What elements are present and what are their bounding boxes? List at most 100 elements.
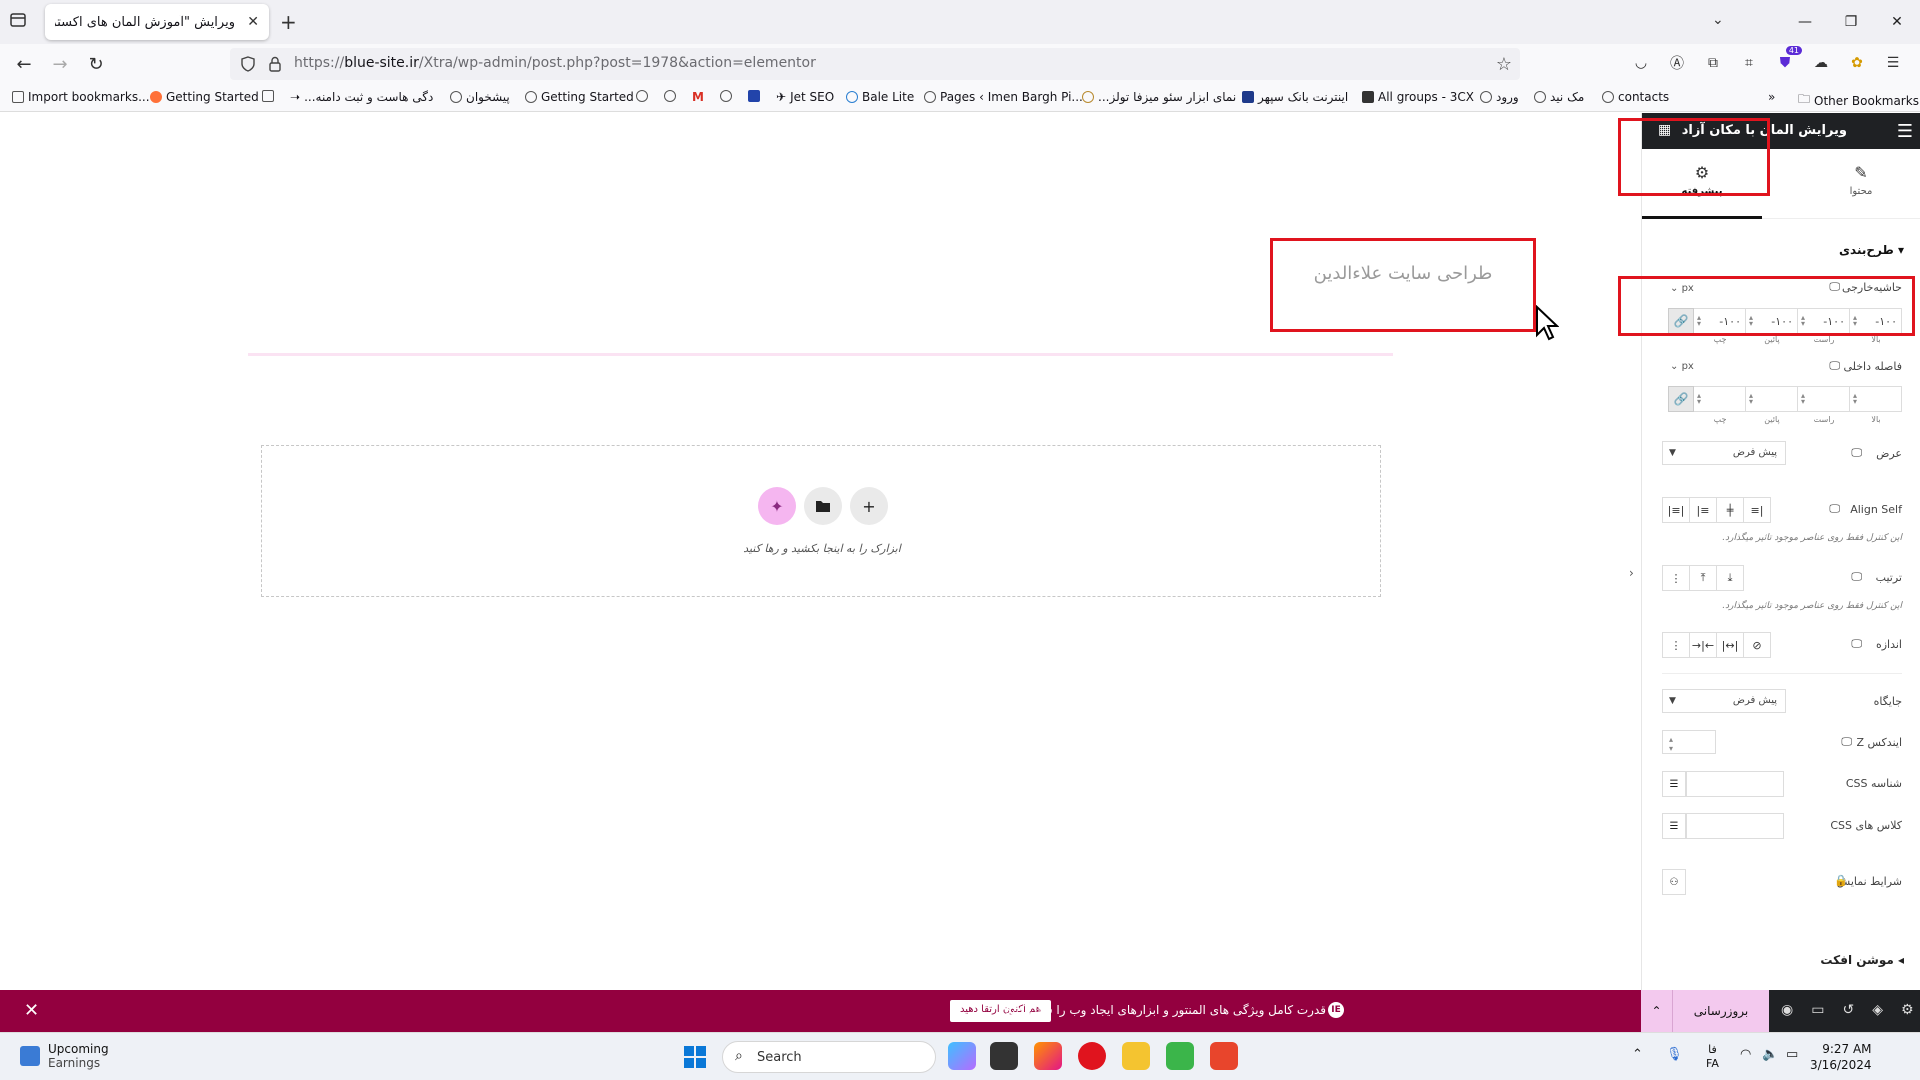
- battery-icon[interactable]: ▭: [1786, 1047, 1798, 1062]
- url-text[interactable]: https://blue-site.ir/Xtra/wp-admin/post.…: [294, 55, 816, 71]
- align-start-icon[interactable]: |≡: [1689, 497, 1717, 523]
- preview-eye-icon[interactable]: ◉: [1781, 1002, 1793, 1018]
- template-folder-icon[interactable]: [804, 487, 842, 525]
- bookmark-item[interactable]: All groups - 3CX: [1362, 90, 1474, 104]
- hierarchy-icon[interactable]: ⚇: [1662, 869, 1686, 895]
- browser-tab-active[interactable]: ویرایش "آموزش المان های اکسترا – ... ✕: [45, 4, 269, 40]
- firefox-taskbar-icon[interactable]: [1034, 1042, 1062, 1070]
- elementor-canvas[interactable]: طراحی سایت علاءالدین ✦ + ابزارک را به ای…: [0, 113, 1641, 990]
- taskbar-search[interactable]: ⌕ Search: [722, 1041, 936, 1073]
- align-center-icon[interactable]: ╪: [1716, 497, 1744, 523]
- padding-bottom-input[interactable]: ▴ ▾: [1746, 386, 1798, 412]
- padding-top-input[interactable]: ▴ ▾: [1850, 386, 1902, 412]
- tracking-shield-icon[interactable]: [240, 56, 256, 75]
- size-none-icon[interactable]: ⊘: [1743, 632, 1771, 658]
- bookmark-item[interactable]: Pages ‹ Imen Bargh Pi...: [924, 90, 1083, 104]
- order-last-icon[interactable]: ⤓: [1716, 565, 1744, 591]
- bookmark-item[interactable]: اینترنت بانک سپهر: [1242, 90, 1348, 104]
- order-first-icon[interactable]: ⤒: [1689, 565, 1717, 591]
- file-explorer-icon[interactable]: [1122, 1042, 1150, 1070]
- shield-extension-icon[interactable]: ⛊ 41: [1774, 46, 1802, 74]
- bookmark-star-icon[interactable]: ☆: [1496, 54, 1512, 75]
- bookmark-item[interactable]: ورود: [1480, 90, 1519, 104]
- bookmark-item[interactable]: Getting Started: [525, 90, 634, 104]
- task-view-icon[interactable]: [990, 1042, 1018, 1070]
- bookmark-item[interactable]: M: [692, 90, 704, 104]
- spin-arrows-icon[interactable]: ▴ ▾: [1853, 392, 1857, 406]
- spin-arrows-icon[interactable]: ▴ ▾: [1749, 392, 1753, 406]
- align-end-icon[interactable]: ≡|: [1743, 497, 1771, 523]
- lock-icon[interactable]: [268, 56, 282, 75]
- position-select[interactable]: پیش فرض ▼: [1662, 689, 1786, 713]
- css-id-input[interactable]: [1686, 771, 1784, 797]
- dynamic-tags-icon[interactable]: ☰: [1662, 771, 1686, 797]
- weather-widget[interactable]: Upcoming Earnings: [20, 1042, 109, 1070]
- new-tab-icon[interactable]: +: [280, 10, 297, 34]
- volume-icon[interactable]: 🔈: [1762, 1047, 1778, 1062]
- section-motion-effects[interactable]: ◂ موشن افکت: [1820, 953, 1904, 967]
- spin-arrows-icon[interactable]: ▴ ▾: [1801, 392, 1805, 406]
- align-stretch-icon[interactable]: |≡|: [1662, 497, 1690, 523]
- bookmark-item[interactable]: [262, 90, 274, 102]
- clock[interactable]: 9:27 AM 3/16/2024: [1810, 1041, 1872, 1073]
- bookmark-item[interactable]: [636, 90, 648, 102]
- width-select[interactable]: پیش فرض ▼: [1662, 441, 1786, 465]
- hamburger-menu-icon[interactable]: ☰: [1897, 121, 1913, 142]
- ai-sparkle-icon[interactable]: ✦: [758, 487, 796, 525]
- list-all-tabs-icon[interactable]: ⌄: [1712, 12, 1724, 28]
- update-button[interactable]: بروزرسانی: [1673, 990, 1769, 1032]
- close-icon[interactable]: ✕: [24, 1000, 39, 1021]
- copilot-icon[interactable]: [948, 1042, 976, 1070]
- padding-unit[interactable]: ⌄ px: [1670, 361, 1694, 372]
- more-options-icon[interactable]: ⋮: [1662, 632, 1690, 658]
- add-section-icon[interactable]: +: [850, 487, 888, 525]
- responsive-monitor-icon[interactable]: 🖵: [1829, 502, 1840, 516]
- flower-extension-icon[interactable]: ✿: [1846, 52, 1868, 74]
- size-grow-icon[interactable]: |↔|: [1716, 632, 1744, 658]
- microphone-icon[interactable]: 🎙: [1666, 1047, 1683, 1062]
- bookmark-item[interactable]: ✈ Jet SEO: [776, 90, 834, 104]
- tab-list-icon[interactable]: [8, 10, 32, 34]
- windows-start-icon[interactable]: [684, 1046, 706, 1068]
- responsive-monitor-icon[interactable]: 🖵: [1851, 570, 1862, 584]
- opera-icon[interactable]: [1078, 1042, 1106, 1070]
- dynamic-tags-icon[interactable]: ☰: [1662, 813, 1686, 839]
- padding-left-input[interactable]: ▴ ▾: [1694, 386, 1746, 412]
- minimize-icon[interactable]: —: [1782, 0, 1828, 44]
- responsive-monitor-icon[interactable]: 🖵: [1829, 359, 1840, 373]
- navigator-layers-icon[interactable]: ◈: [1872, 1002, 1883, 1018]
- bookmark-item[interactable]: Import bookmarks...: [12, 90, 150, 104]
- spin-arrows-icon[interactable]: ▴ ▾: [1669, 735, 1673, 753]
- restore-icon[interactable]: ❐: [1828, 0, 1874, 44]
- bookmarks-overflow-icon[interactable]: »: [1768, 90, 1775, 104]
- responsive-monitor-icon[interactable]: 🖵: [1851, 637, 1862, 651]
- other-bookmarks[interactable]: 🗀 Other Bookmarks: [1798, 90, 1919, 111]
- app-menu-icon[interactable]: ☰: [1882, 52, 1904, 74]
- wifi-icon[interactable]: ◠: [1740, 1047, 1751, 1062]
- heading-text[interactable]: طراحی سایت علاءالدین: [1273, 263, 1533, 284]
- more-options-icon[interactable]: ⋮: [1662, 565, 1690, 591]
- zindex-input[interactable]: ▴ ▾: [1662, 730, 1716, 754]
- padding-right-input[interactable]: ▴ ▾: [1798, 386, 1850, 412]
- camtasia-green-icon[interactable]: [1166, 1042, 1194, 1070]
- settings-gear-icon[interactable]: ⚙: [1901, 1002, 1914, 1018]
- section-layout-title[interactable]: ▾ طرح‌بندی: [1839, 243, 1904, 257]
- bookmark-item[interactable]: پیشخوان: [450, 90, 510, 104]
- bookmark-item[interactable]: [664, 90, 676, 102]
- tray-overflow-icon[interactable]: ⌃: [1632, 1047, 1643, 1062]
- bookmark-item[interactable]: ➝ دگی هاست و ثبت دامنه...: [290, 90, 433, 104]
- bookmark-item[interactable]: مک نید: [1534, 90, 1584, 104]
- reload-icon[interactable]: ↻: [84, 52, 108, 76]
- history-icon[interactable]: ↺: [1842, 1002, 1854, 1018]
- url-bar[interactable]: https://blue-site.ir/Xtra/wp-admin/post.…: [230, 48, 1520, 80]
- close-window-icon[interactable]: ✕: [1874, 0, 1920, 44]
- bookmark-item[interactable]: [720, 90, 732, 102]
- spin-arrows-icon[interactable]: ▴ ▾: [1697, 392, 1701, 406]
- back-icon[interactable]: ←: [12, 52, 36, 76]
- forward-icon[interactable]: →: [48, 52, 72, 76]
- bookmark-item[interactable]: نمای ابزار سئو میزفا تولز...: [1082, 90, 1236, 104]
- account-icon[interactable]: Ⓐ: [1666, 52, 1688, 74]
- pocket-icon[interactable]: ◡: [1630, 52, 1652, 74]
- responsive-monitor-icon[interactable]: 🖵: [1841, 735, 1852, 749]
- extensions-icon[interactable]: ⧉: [1702, 52, 1724, 74]
